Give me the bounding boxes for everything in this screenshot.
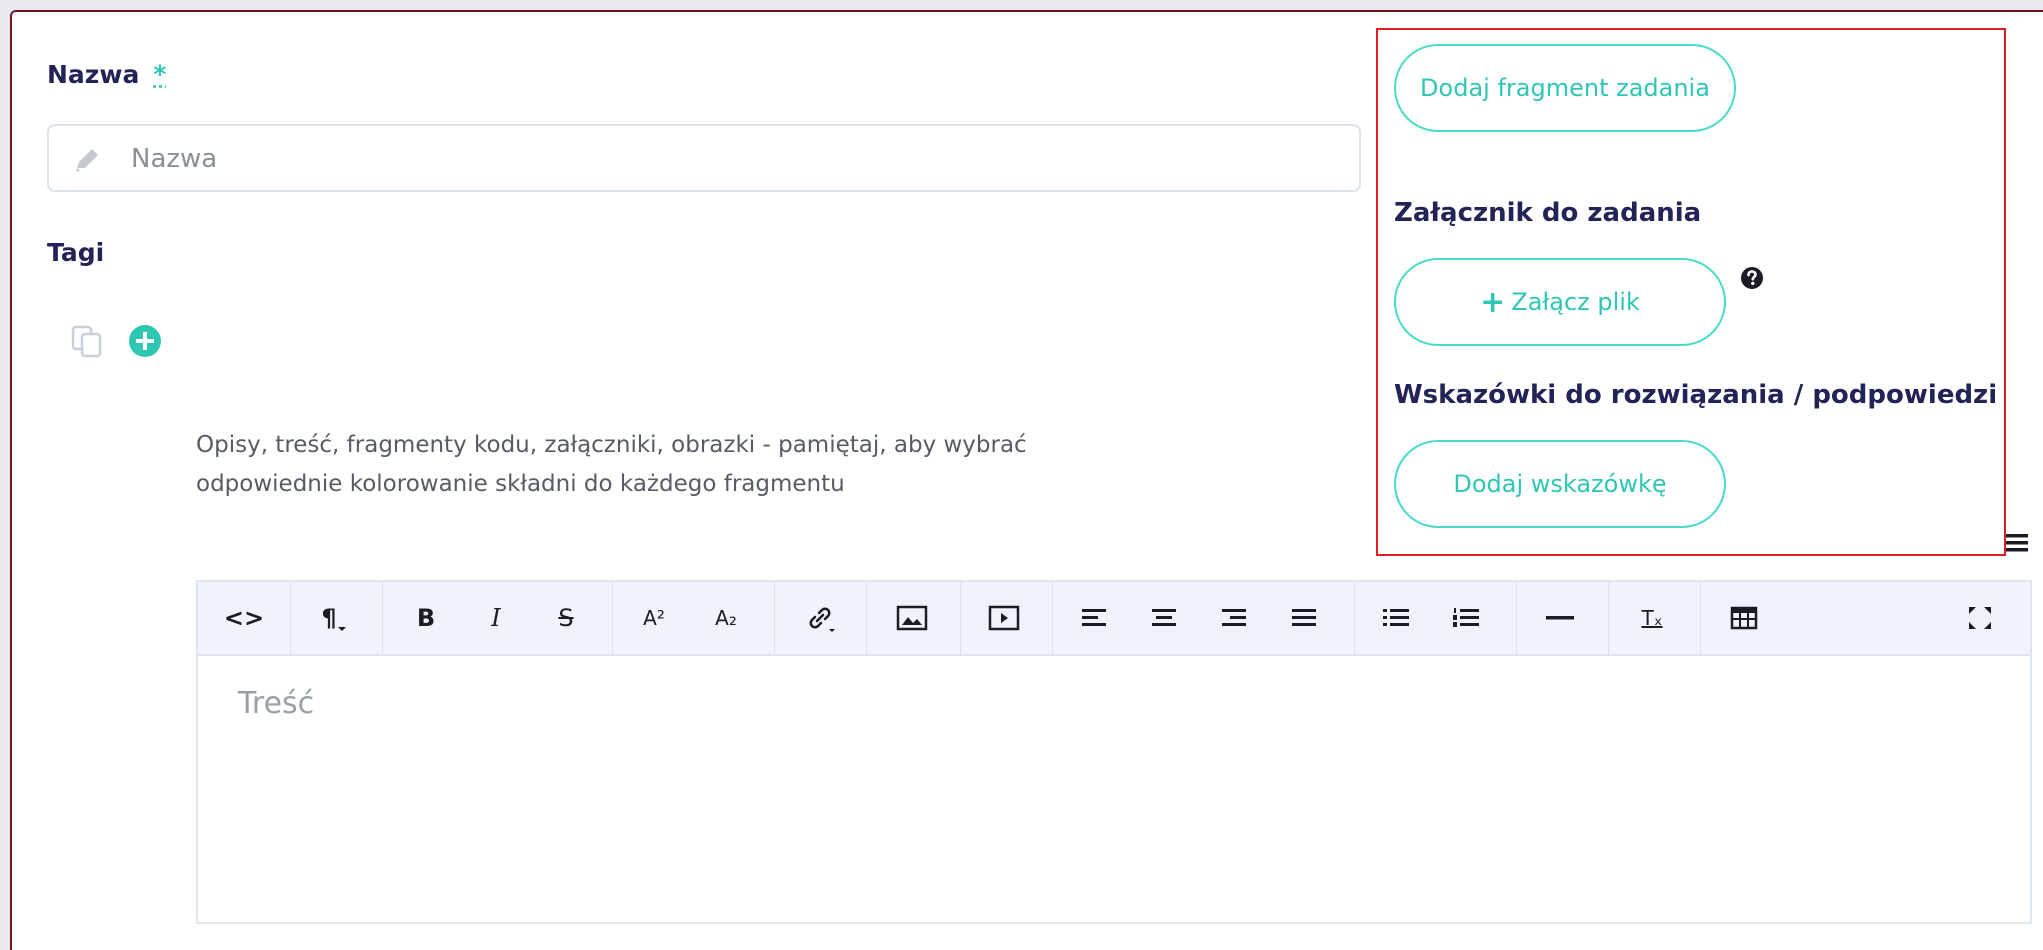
paragraph-icon: ¶ xyxy=(321,604,337,632)
toolbar-divider xyxy=(1608,582,1609,654)
paragraph-format-button[interactable]: ¶ xyxy=(312,596,356,640)
name-field[interactable] xyxy=(47,124,1361,192)
toolbar-divider xyxy=(960,582,961,654)
add-fragment-button[interactable]: Dodaj fragment zadania xyxy=(1394,44,1736,132)
fullscreen-button[interactable] xyxy=(1958,596,2002,640)
plus-icon: + xyxy=(1480,284,1506,320)
subscript-button[interactable]: A₂ xyxy=(704,596,748,640)
link-button[interactable] xyxy=(798,596,842,640)
bullet-list-button[interactable] xyxy=(1374,596,1418,640)
toolbar-divider xyxy=(290,582,291,654)
tags-label: Tagi xyxy=(47,238,105,267)
align-justify-button[interactable] xyxy=(1282,596,1326,640)
numbered-list-button[interactable] xyxy=(1444,596,1488,640)
toolbar-divider xyxy=(1516,582,1517,654)
attach-file-label: Załącz plik xyxy=(1511,288,1640,316)
italic-button[interactable]: I xyxy=(474,596,518,640)
caret-down-icon xyxy=(337,627,346,631)
name-label-text: Nazwa xyxy=(47,60,140,89)
toolbar-divider xyxy=(1052,582,1053,654)
content-placeholder: Treść xyxy=(238,686,315,721)
editor-toolbar: <> ¶ B I S A² A₂ Tₓ xyxy=(198,582,2030,656)
align-center-button[interactable] xyxy=(1142,596,1186,640)
horizontal-rule-button[interactable] xyxy=(1538,596,1582,640)
align-right-icon xyxy=(1222,609,1246,626)
clear-formatting-button[interactable]: Tₓ xyxy=(1630,596,1674,640)
strikethrough-button[interactable]: S xyxy=(544,596,588,640)
add-tag-icon[interactable] xyxy=(128,324,162,358)
toolbar-divider xyxy=(1700,582,1701,654)
hints-heading: Wskazówki do rozwiązania / podpowiedzi xyxy=(1394,380,1998,410)
bold-button[interactable]: B xyxy=(404,596,448,640)
add-hint-button[interactable]: Dodaj wskazówkę xyxy=(1394,440,1726,528)
pencil-icon xyxy=(76,149,98,172)
bullet-list-icon xyxy=(1383,609,1409,626)
link-icon xyxy=(809,607,835,632)
fullscreen-icon xyxy=(1969,607,1991,629)
toolbar-divider xyxy=(612,582,613,654)
insert-image-button[interactable] xyxy=(890,596,934,640)
help-icon[interactable] xyxy=(1740,266,1764,290)
toolbar-divider xyxy=(866,582,867,654)
align-right-button[interactable] xyxy=(1212,596,1256,640)
image-icon xyxy=(896,605,928,631)
insert-table-button[interactable] xyxy=(1722,596,1766,640)
insert-video-button[interactable] xyxy=(982,596,1026,640)
menu-icon[interactable] xyxy=(2004,530,2030,556)
attachment-heading: Załącznik do zadania xyxy=(1394,198,1702,228)
toolbar-divider xyxy=(1354,582,1355,654)
superscript-button[interactable]: A² xyxy=(632,596,676,640)
rich-text-editor[interactable]: <> ¶ B I S A² A₂ Tₓ Treść xyxy=(196,580,2032,924)
code-view-button[interactable]: <> xyxy=(222,596,266,640)
attach-file-button[interactable]: + Załącz plik xyxy=(1394,258,1726,346)
copy-tags-icon[interactable] xyxy=(70,324,104,358)
name-label: Nazwa * xyxy=(47,60,166,89)
video-icon xyxy=(988,605,1020,631)
name-input[interactable] xyxy=(129,136,1333,182)
horizontal-rule-icon xyxy=(1546,616,1574,620)
align-left-button[interactable] xyxy=(1072,596,1116,640)
numbered-list-icon xyxy=(1453,608,1479,627)
toolbar-divider xyxy=(382,582,383,654)
description-hint: Opisy, treść, fragmenty kodu, załączniki… xyxy=(196,432,1027,497)
align-center-icon xyxy=(1152,609,1176,626)
align-justify-icon xyxy=(1292,609,1316,626)
toolbar-divider xyxy=(774,582,775,654)
table-icon xyxy=(1730,606,1758,630)
required-mark: * xyxy=(153,60,167,89)
align-left-icon xyxy=(1082,609,1106,626)
